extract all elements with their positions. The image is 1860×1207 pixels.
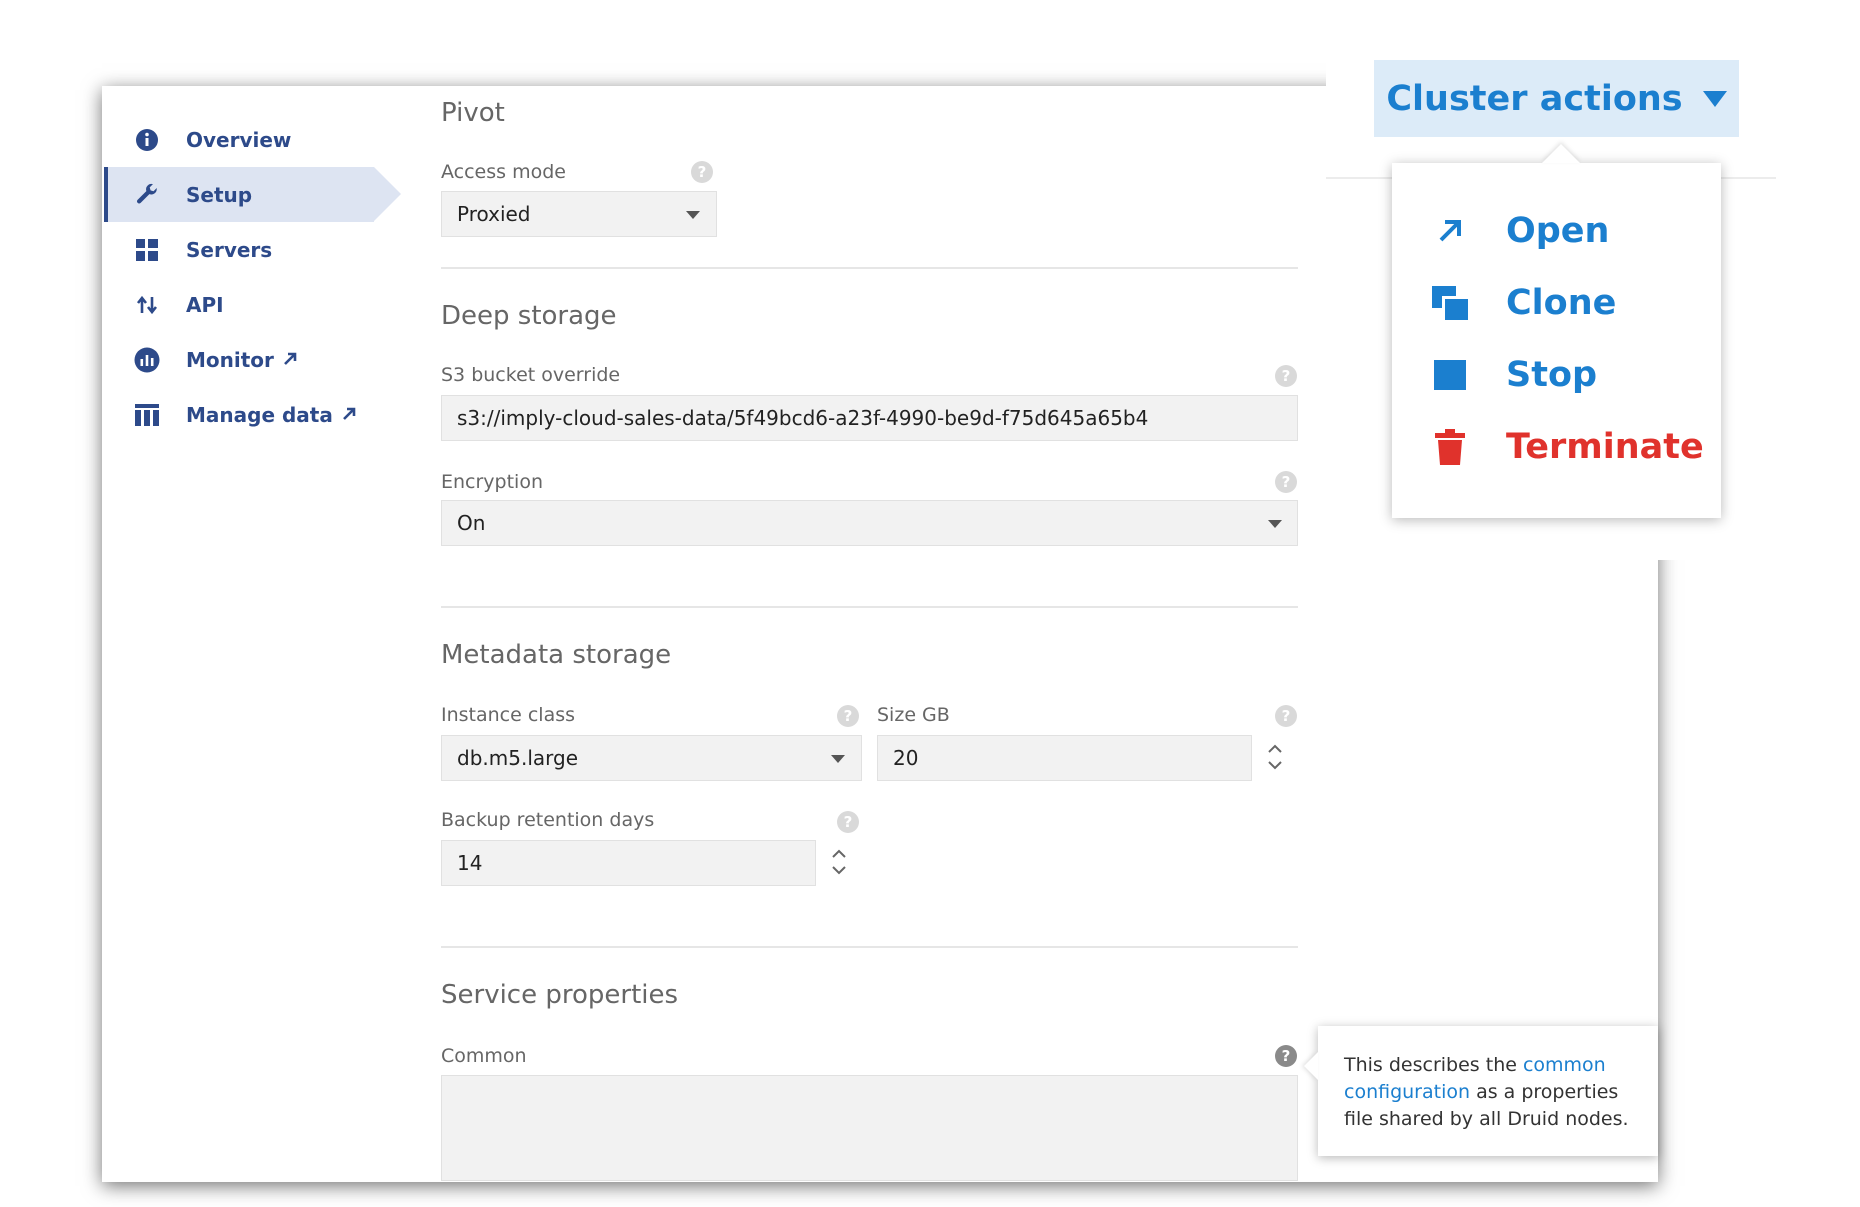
menu-item-stop[interactable]: Stop xyxy=(1430,350,1597,400)
chevron-down-icon xyxy=(831,755,845,763)
menu-item-label: Stop xyxy=(1506,355,1598,395)
sidebar-item-api[interactable]: API xyxy=(104,277,409,332)
chart-icon xyxy=(134,347,160,373)
cluster-actions-button[interactable]: Cluster actions xyxy=(1374,60,1739,137)
section-title-metadata-storage: Metadata storage xyxy=(441,640,672,670)
arrows-up-down-icon xyxy=(134,292,160,318)
section-title-deep-storage: Deep storage xyxy=(441,301,617,331)
sidebar: Overview Setup Servers API Monitor Manag… xyxy=(104,112,409,442)
external-arrow-icon xyxy=(1430,211,1470,251)
instance-class-label: Instance class xyxy=(441,704,576,726)
help-icon[interactable]: ? xyxy=(1275,365,1297,387)
chevron-down-icon xyxy=(1268,520,1282,528)
sidebar-item-setup[interactable]: Setup xyxy=(104,167,401,222)
tooltip-text-prefix: This describes the xyxy=(1344,1054,1523,1076)
menu-item-open[interactable]: Open xyxy=(1430,206,1609,256)
chevron-up-icon[interactable] xyxy=(1267,742,1283,758)
size-gb-input[interactable]: 20 xyxy=(877,735,1252,781)
cluster-actions-label: Cluster actions xyxy=(1386,78,1683,119)
common-properties-textarea[interactable] xyxy=(441,1075,1298,1181)
divider xyxy=(441,606,1298,608)
help-icon[interactable]: ? xyxy=(837,811,859,833)
section-title-service-properties: Service properties xyxy=(441,980,679,1010)
access-mode-label: Access mode xyxy=(441,161,566,183)
common-help-tooltip: This describes the common configuration … xyxy=(1318,1026,1658,1156)
caret-down-icon xyxy=(1702,90,1727,107)
size-gb-value: 20 xyxy=(893,746,919,770)
sidebar-item-label: Manage data xyxy=(186,402,333,427)
backup-retention-stepper[interactable] xyxy=(816,840,862,886)
s3-bucket-label: S3 bucket override xyxy=(441,364,621,386)
menu-item-label: Clone xyxy=(1506,283,1617,323)
instance-class-value: db.m5.large xyxy=(457,746,578,770)
table-icon xyxy=(134,402,160,428)
clone-icon xyxy=(1430,283,1470,323)
instance-class-select[interactable]: db.m5.large xyxy=(441,735,862,781)
chevron-up-icon[interactable] xyxy=(831,847,847,863)
menu-item-terminate[interactable]: Terminate xyxy=(1430,422,1704,472)
external-link-icon xyxy=(341,403,357,427)
backup-retention-input[interactable]: 14 xyxy=(441,840,816,886)
sidebar-item-label: Setup xyxy=(186,182,253,207)
backup-retention-label: Backup retention days xyxy=(441,809,655,831)
menu-item-clone[interactable]: Clone xyxy=(1430,278,1616,328)
divider xyxy=(441,946,1298,948)
backup-retention-value: 14 xyxy=(457,851,483,875)
size-gb-stepper[interactable] xyxy=(1252,735,1298,781)
sidebar-item-label: API xyxy=(186,292,224,317)
sidebar-item-manage-data[interactable]: Manage data xyxy=(104,387,409,442)
grid-icon xyxy=(134,237,160,263)
help-icon[interactable]: ? xyxy=(1275,471,1297,493)
help-icon[interactable]: ? xyxy=(837,705,859,727)
sidebar-item-servers[interactable]: Servers xyxy=(104,222,409,277)
encryption-value: On xyxy=(457,511,486,535)
trash-icon xyxy=(1430,427,1470,467)
sidebar-item-overview[interactable]: Overview xyxy=(104,112,409,167)
chevron-down-icon xyxy=(686,211,700,219)
chevron-down-icon[interactable] xyxy=(1267,758,1283,774)
menu-item-label: Terminate xyxy=(1506,427,1704,467)
wrench-icon xyxy=(134,182,160,208)
help-icon[interactable]: ? xyxy=(691,161,713,183)
info-icon xyxy=(134,127,160,153)
chevron-down-icon[interactable] xyxy=(831,863,847,879)
sidebar-item-label: Monitor xyxy=(186,347,274,372)
s3-bucket-input[interactable]: s3://imply-cloud-sales-data/5f49bcd6-a23… xyxy=(441,395,1298,441)
divider xyxy=(441,267,1298,269)
encryption-label: Encryption xyxy=(441,471,544,493)
common-label: Common xyxy=(441,1045,527,1067)
help-icon[interactable]: ? xyxy=(1275,705,1297,727)
section-title-pivot: Pivot xyxy=(441,98,505,128)
size-gb-label: Size GB xyxy=(877,704,950,726)
sidebar-item-label: Overview xyxy=(186,127,292,152)
sidebar-item-monitor[interactable]: Monitor xyxy=(104,332,409,387)
help-icon[interactable]: ? xyxy=(1275,1045,1297,1067)
access-mode-select[interactable]: Proxied xyxy=(441,191,717,237)
encryption-select[interactable]: On xyxy=(441,500,1298,546)
menu-item-label: Open xyxy=(1506,211,1610,251)
s3-bucket-value: s3://imply-cloud-sales-data/5f49bcd6-a23… xyxy=(457,406,1149,430)
external-link-icon xyxy=(282,348,298,372)
sidebar-item-label: Servers xyxy=(186,237,273,262)
cluster-actions-menu: Open Clone Stop Terminate xyxy=(1392,163,1721,518)
stop-icon xyxy=(1430,355,1470,395)
access-mode-value: Proxied xyxy=(457,202,531,226)
